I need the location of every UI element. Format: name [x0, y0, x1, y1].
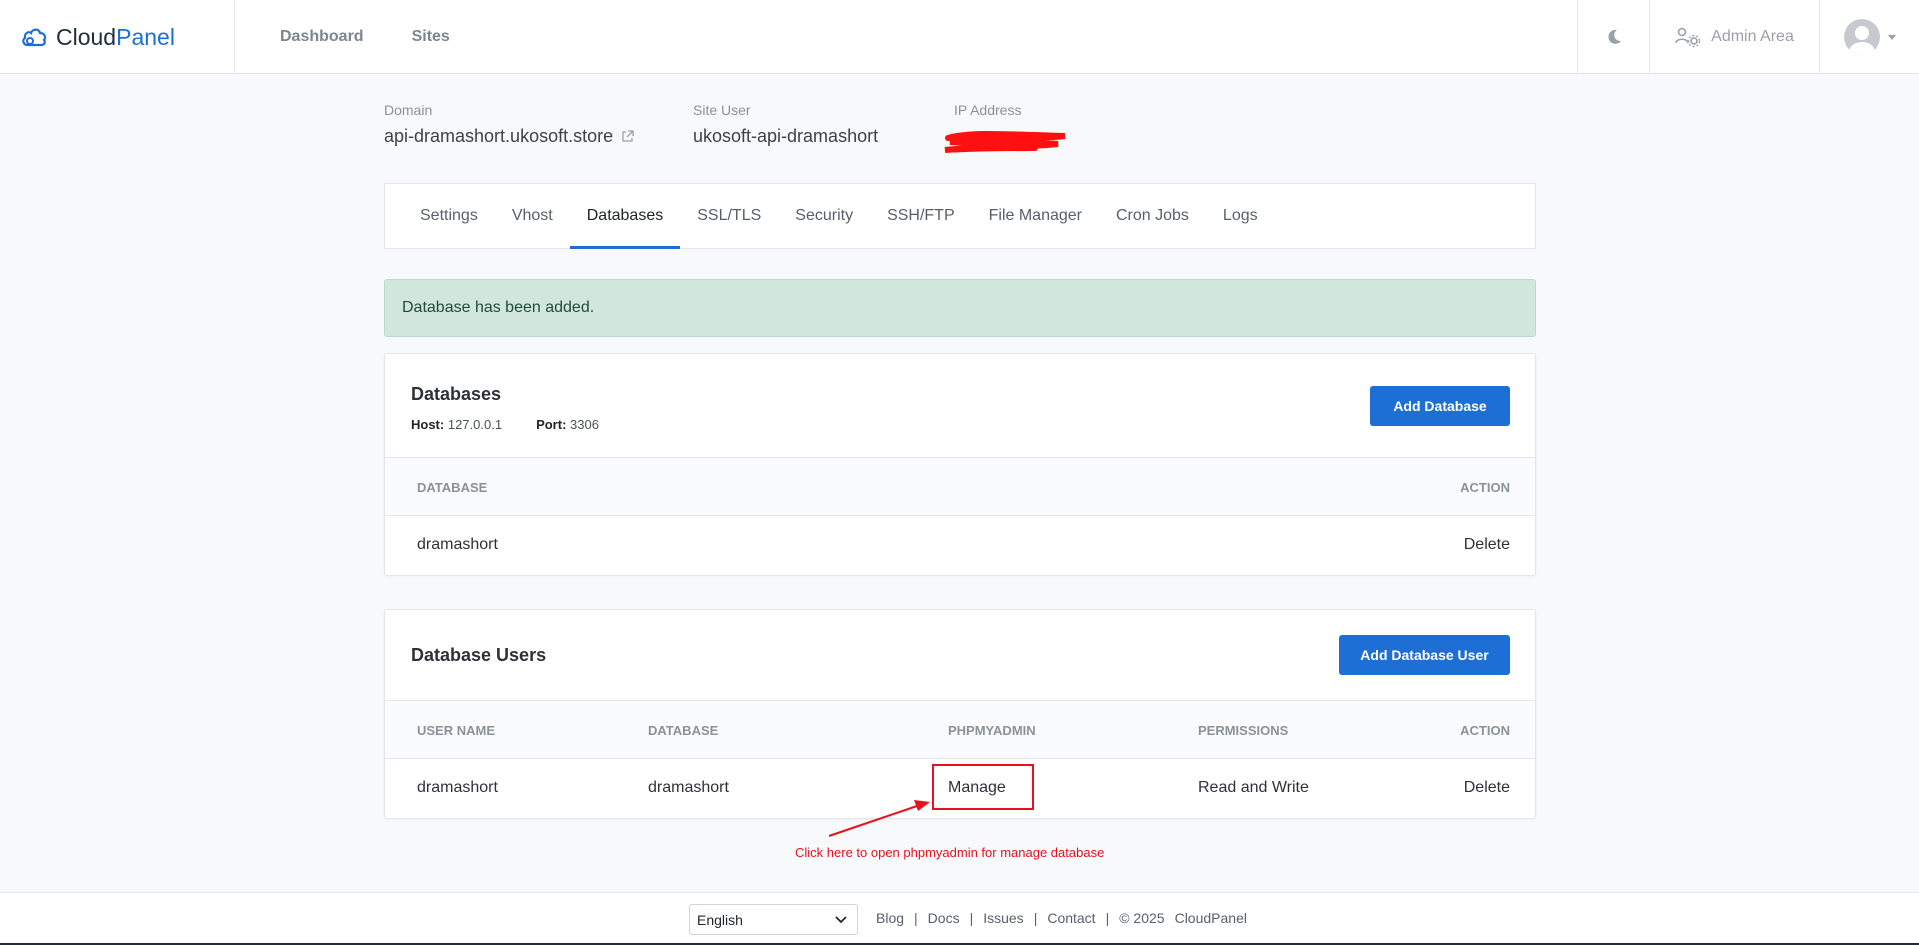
moon-icon	[1607, 29, 1621, 44]
header-divider	[234, 0, 235, 74]
tab-cron-jobs[interactable]: Cron Jobs	[1099, 184, 1206, 248]
databases-card: Databases Host: 127.0.0.1 Port: 3306 Add…	[384, 353, 1536, 576]
top-header: CloudPanel Dashboard Sites Admin Area	[0, 0, 1919, 74]
language-value: English	[697, 911, 743, 928]
chevron-down-icon	[1887, 34, 1896, 40]
header-actions: Admin Area	[1577, 0, 1919, 74]
databases-table-header: DATABASE ACTION	[385, 458, 1535, 516]
tab-ssh-ftp[interactable]: SSH/FTP	[870, 184, 972, 248]
column-header-database: DATABASE	[417, 479, 488, 495]
language-select[interactable]: English	[689, 904, 858, 935]
site-user-label: Site User	[693, 102, 751, 118]
tab-vhost[interactable]: Vhost	[495, 184, 570, 248]
add-database-user-button[interactable]: Add Database User	[1339, 635, 1510, 675]
delete-database-link[interactable]: Delete	[1464, 516, 1510, 574]
chevron-down-icon	[835, 915, 847, 923]
nav-sites[interactable]: Sites	[412, 28, 450, 46]
footer-separator: |	[969, 910, 974, 926]
footer-link-blog[interactable]: Blog	[876, 910, 904, 926]
domain-row: api-dramashort.ukosoft.store	[384, 126, 634, 147]
footer-link-docs[interactable]: Docs	[928, 910, 960, 926]
avatar	[1843, 19, 1880, 55]
databases-card-header: Databases Host: 127.0.0.1 Port: 3306 Add…	[385, 354, 1535, 458]
tab-settings[interactable]: Settings	[403, 184, 495, 248]
admin-area-link[interactable]: Admin Area	[1649, 0, 1819, 74]
port-label: Port:	[536, 417, 567, 432]
footer: English Blog | Docs | Issues | Contact |…	[0, 892, 1919, 945]
delete-user-link[interactable]: Delete	[1464, 759, 1510, 817]
tab-databases[interactable]: Databases	[569, 184, 681, 249]
host-info: Host: 127.0.0.1	[411, 417, 502, 432]
tab-ssl-tls[interactable]: SSL/TLS	[680, 184, 778, 248]
nav-dashboard[interactable]: Dashboard	[280, 28, 364, 46]
host-value: 127.0.0.1	[447, 417, 503, 432]
domain-info: Domain api-dramashort.ukosoft.store	[384, 102, 634, 147]
dark-mode-toggle[interactable]	[1577, 0, 1649, 74]
ip-info: IP Address	[954, 102, 1021, 126]
footer-copyright: © 2025	[1119, 910, 1165, 926]
footer-link-issues[interactable]: Issues	[983, 910, 1023, 926]
connection-info: Host: 127.0.0.1 Port: 3306	[411, 417, 599, 432]
table-row: dramashort Delete	[385, 516, 1535, 574]
admin-area-label: Admin Area	[1711, 28, 1794, 45]
success-alert: Database has been added.	[384, 279, 1536, 337]
column-header-phpmyadmin: PHPMYADMIN	[948, 722, 1036, 738]
host-label: Host:	[411, 417, 445, 432]
permissions-cell: Read and Write	[1198, 779, 1309, 796]
footer-link-contact[interactable]: Contact	[1047, 910, 1095, 926]
external-link-icon[interactable]	[621, 130, 634, 143]
cloud-icon	[22, 28, 47, 47]
tab-logs[interactable]: Logs	[1206, 184, 1275, 248]
database-name-cell: dramashort	[417, 536, 498, 553]
ip-label: IP Address	[954, 102, 1022, 118]
site-tabs: Settings Vhost Databases SSL/TLS Securit…	[384, 183, 1536, 249]
logo-text-panel: Panel	[116, 23, 175, 50]
footer-separator: |	[914, 910, 918, 926]
main-nav: Dashboard Sites	[280, 0, 450, 74]
column-header-user-name: USER NAME	[417, 722, 496, 738]
domain-label: Domain	[384, 102, 433, 118]
tab-file-manager[interactable]: File Manager	[972, 184, 1099, 248]
footer-separator: |	[1033, 910, 1038, 926]
site-user-value: ukosoft-api-dramashort	[693, 126, 879, 146]
port-info: Port: 3306	[536, 417, 599, 432]
user-database-cell: dramashort	[648, 779, 729, 796]
users-table-header: USER NAME DATABASE PHPMYADMIN PERMISSION…	[385, 701, 1535, 759]
column-header-action: ACTION	[1460, 479, 1510, 495]
annotation-text: Click here to open phpmyadmin for manage…	[795, 845, 1105, 860]
annotation-highlight-box	[932, 764, 1034, 810]
footer-separator: |	[1105, 910, 1110, 926]
footer-brand[interactable]: CloudPanel	[1175, 910, 1247, 926]
users-gear-icon	[1675, 27, 1701, 48]
databases-title: Databases	[411, 384, 502, 404]
column-header-action: ACTION	[1460, 722, 1510, 738]
tab-security[interactable]: Security	[778, 184, 870, 248]
column-header-permissions: PERMISSIONS	[1198, 722, 1289, 738]
database-users-title: Database Users	[411, 645, 547, 665]
ip-redaction-scribble	[944, 131, 1066, 153]
add-database-button[interactable]: Add Database	[1370, 386, 1510, 426]
database-users-card-header: Database Users Add Database User	[385, 610, 1535, 701]
port-value: 3306	[570, 417, 599, 432]
site-user-info: Site User ukosoft-api-dramashort	[693, 102, 878, 147]
domain-value: api-dramashort.ukosoft.store	[384, 126, 614, 146]
column-header-database: DATABASE	[648, 722, 719, 738]
footer-links: Blog | Docs | Issues | Contact | © 2025 …	[876, 893, 1247, 943]
cloudpanel-logo[interactable]: CloudPanel	[20, 20, 175, 54]
user-name-cell: dramashort	[417, 779, 498, 796]
user-menu[interactable]	[1819, 0, 1919, 74]
logo-text-cloud: Cloud	[56, 23, 117, 50]
